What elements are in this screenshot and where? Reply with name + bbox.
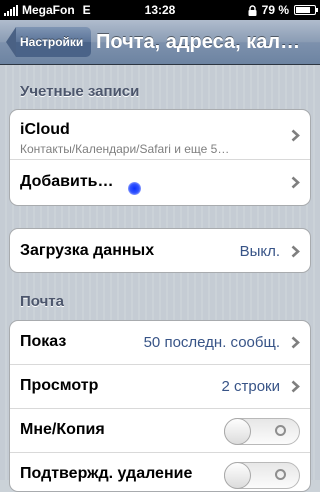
show-label: Показ <box>20 333 67 350</box>
accounts-group: iCloud Контакты/Календари/Safari и еще 5… <box>9 109 311 206</box>
battery-level <box>296 7 311 13</box>
ask-delete-row: Подтвержд. удаление <box>10 453 310 491</box>
ask-delete-toggle[interactable] <box>224 462 300 489</box>
ask-delete-label: Подтвержд. удаление <box>20 465 193 482</box>
section-header-accounts: Учетные записи <box>20 83 140 100</box>
chevron-right-icon <box>291 129 300 142</box>
fetch-group: Загрузка данных Выкл. <box>9 228 311 273</box>
mail-group: Показ 50 последн. сообщ. Просмотр 2 стро… <box>9 320 311 492</box>
section-header-mail: Почта <box>20 293 64 310</box>
account-title: iCloud <box>20 121 70 138</box>
toggle-knob <box>224 418 251 445</box>
add-account-row[interactable]: Добавить… <box>10 160 310 205</box>
preview-label: Просмотр <box>20 377 99 394</box>
show-value: 50 последн. сообщ. <box>143 334 280 351</box>
toggle-knob <box>224 462 251 489</box>
chevron-right-icon <box>291 380 300 393</box>
battery-percent: 79 % <box>261 3 289 17</box>
fetch-data-value: Выкл. <box>239 243 280 260</box>
cc-label: Мне/Копия <box>20 421 105 438</box>
navigation-bar: Настройки Почта, адреса, кал… <box>0 20 320 65</box>
back-button[interactable]: Настройки <box>6 27 92 57</box>
add-account-label: Добавить… <box>20 173 114 190</box>
page-title: Почта, адреса, кал… <box>96 31 301 53</box>
cc-row: Мне/Копия <box>10 409 310 453</box>
cc-toggle[interactable] <box>224 418 300 445</box>
back-button-label: Настройки <box>16 27 92 57</box>
lock-icon <box>248 4 257 16</box>
preview-row[interactable]: Просмотр 2 строки <box>10 365 310 409</box>
preview-value: 2 строки <box>221 378 280 395</box>
account-subtitle: Контакты/Календари/Safari и еще 5… <box>20 142 230 156</box>
fetch-data-row[interactable]: Загрузка данных Выкл. <box>10 229 310 272</box>
chevron-right-icon <box>291 176 300 189</box>
chevron-right-icon <box>291 245 300 258</box>
off-indicator-icon <box>275 469 286 480</box>
show-row[interactable]: Показ 50 последн. сообщ. <box>10 321 310 365</box>
touch-indicator <box>128 182 141 195</box>
off-indicator-icon <box>275 425 286 436</box>
status-bar: MegaFon E 13:28 79 % <box>0 0 320 20</box>
back-arrow-icon <box>6 27 16 57</box>
fetch-data-label: Загрузка данных <box>20 242 155 259</box>
account-row-icloud[interactable]: iCloud Контакты/Календари/Safari и еще 5… <box>10 110 310 160</box>
battery-icon <box>294 5 318 15</box>
chevron-right-icon <box>291 336 300 349</box>
